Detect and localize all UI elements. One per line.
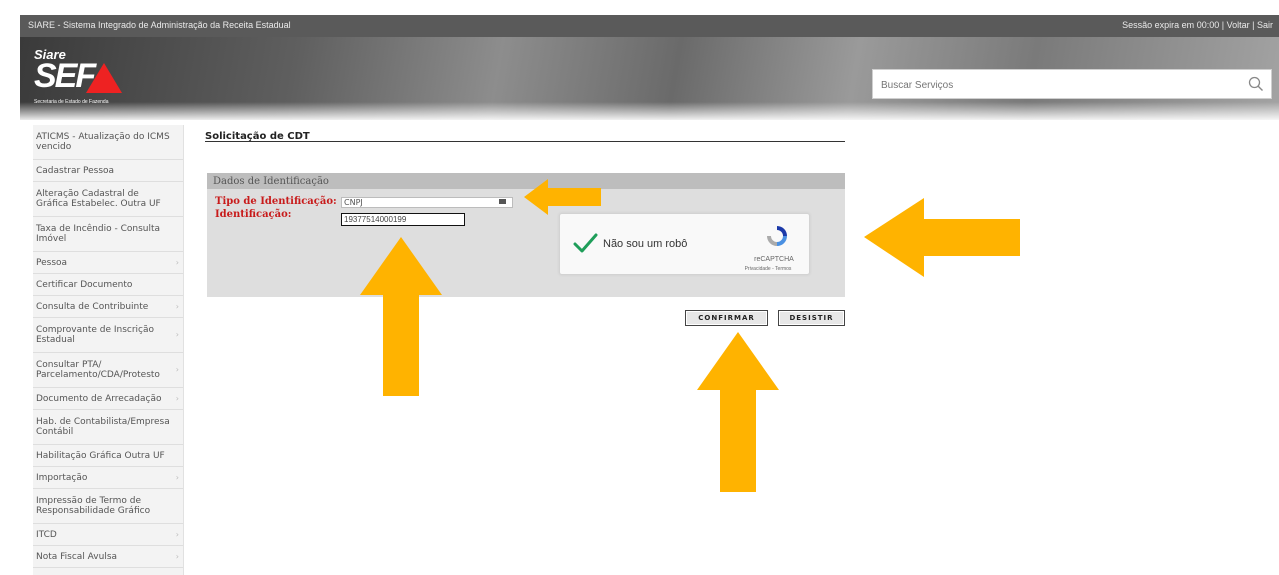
chevron-right-icon: › <box>175 393 179 403</box>
tipo-identificacao-select[interactable]: CNPJ <box>341 197 513 208</box>
sidebar-item-label: Certificar Documento <box>36 279 133 290</box>
back-link[interactable]: Voltar <box>1227 20 1250 30</box>
sidebar-item[interactable]: Comprovante de Inscrição Estadual › <box>33 318 183 353</box>
confirm-button[interactable]: CONFIRMAR <box>685 310 768 326</box>
chevron-right-icon: › <box>175 257 179 267</box>
title-underline <box>205 141 845 142</box>
chevron-right-icon: › <box>175 365 179 374</box>
search-input[interactable] <box>879 76 1223 94</box>
sidebar-item[interactable]: Alteração Cadastral de Gráfica Estabelec… <box>33 182 183 217</box>
dropdown-icon[interactable] <box>499 199 506 204</box>
sidebar-item-label: Alteração Cadastral de Gráfica Estabelec… <box>36 189 161 209</box>
search-box[interactable] <box>872 69 1272 99</box>
sidebar-item[interactable]: Importação › <box>33 467 183 489</box>
identificacao-input[interactable] <box>341 213 465 226</box>
sidebar-item[interactable]: Pessoa › <box>33 252 183 274</box>
tipo-identificacao-value: CNPJ <box>344 198 363 207</box>
sidebar-item[interactable]: Cadastrar Pessoa <box>33 160 183 182</box>
sidebar-item-label: Consultar PTA/ Parcelamento/CDA/Protesto <box>36 360 160 380</box>
siare-sef-logo[interactable]: Siare SEF Secretaria de Estado de Fazend… <box>34 47 144 109</box>
cancel-button[interactable]: DESISTIR <box>778 310 845 326</box>
sidebar-item[interactable]: Consultar PTA/ Parcelamento/CDA/Protesto… <box>33 353 183 388</box>
sidebar-item-label: Impressão de Termo de Responsabilidade G… <box>36 496 151 516</box>
sidebar-item-label: ITCD <box>36 529 57 540</box>
sidebar-item-label: Pessoa <box>36 257 68 268</box>
sidebar-item[interactable]: Hab. de Contabilista/Empresa Contábil <box>33 410 183 445</box>
sidebar-item-label: Consulta de Contribuinte <box>36 301 149 312</box>
chevron-right-icon: › <box>175 301 179 311</box>
session-time: 00:00 <box>1196 20 1220 30</box>
sidebar-item[interactable]: Documento de Arrecadação › <box>33 388 183 410</box>
search-icon[interactable] <box>1247 75 1265 93</box>
recaptcha-brand: reCAPTCHA <box>754 256 794 263</box>
identificacao-label: Identificação: <box>215 209 292 220</box>
system-strip: SIARE - Sistema Integrado de Administraç… <box>20 15 1279 37</box>
annotation-arrow-left <box>864 198 1020 277</box>
sidebar-item-label: Taxa de Incêndio - Consulta Imóvel <box>36 224 161 244</box>
annotation-arrow-up <box>697 332 779 492</box>
session-info: Sessão expira em 00:00 | Voltar | Sair <box>1122 20 1273 30</box>
separator: | <box>1221 20 1225 30</box>
sidebar-item-label: Cadastrar Pessoa <box>36 165 115 176</box>
sidebar-item[interactable]: ITCD › <box>33 524 183 546</box>
sidebar-item[interactable]: Certificar Documento <box>33 274 183 296</box>
logo-subtitle: Secretaria de Estado de Fazenda <box>34 99 109 105</box>
chevron-right-icon: › <box>175 330 179 339</box>
sidebar-item-label: ATICMS - Atualização do ICMS vencido <box>36 132 170 152</box>
banner-fade <box>20 102 1279 120</box>
separator: | <box>1252 20 1255 30</box>
sidebar-menu: ATICMS - Atualização do ICMS vencido Cada… <box>33 125 184 575</box>
system-title: SIARE - Sistema Integrado de Administraç… <box>28 20 291 30</box>
sidebar-item[interactable]: Habilitação Gráfica Outra UF <box>33 445 183 467</box>
checkmark-icon[interactable] <box>572 230 598 256</box>
logo-triangle-icon <box>86 63 122 93</box>
annotation-arrow-up <box>360 237 442 396</box>
exit-link[interactable]: Sair <box>1257 20 1273 30</box>
chevron-right-icon: › <box>175 472 179 482</box>
sidebar-item-label: Nota Fiscal Avulsa <box>36 551 118 562</box>
sidebar-item-label: Importação <box>36 472 88 483</box>
annotation-arrow-left <box>524 179 601 215</box>
chevron-right-icon: › <box>175 551 179 561</box>
chevron-right-icon: › <box>175 529 179 539</box>
sidebar-item[interactable]: Taxa de Incêndio - Consulta Imóvel <box>33 217 183 252</box>
sidebar-item-label: Habilitação Gráfica Outra UF <box>36 450 165 461</box>
recaptcha-links[interactable]: Privacidade - Termos <box>732 266 804 272</box>
sidebar-item[interactable]: Consulta de Contribuinte › <box>33 296 183 318</box>
sidebar-item-label: Comprovante de Inscrição Estadual <box>36 325 155 345</box>
sidebar-item[interactable]: ATICMS - Atualização do ICMS vencido <box>33 125 183 160</box>
sidebar-item-label: Hab. de Contabilista/Empresa Contábil <box>36 417 170 437</box>
session-label: Sessão expira em <box>1122 20 1195 30</box>
sidebar-item-label: Documento de Arrecadação <box>36 393 162 404</box>
recaptcha-logo-icon <box>767 226 787 246</box>
recaptcha-widget[interactable]: Não sou um robô reCAPTCHA Privacidade - … <box>559 213 810 275</box>
sidebar-item[interactable]: Nota Fiscal Avulsa › <box>33 546 183 568</box>
recaptcha-label: Não sou um robô <box>603 238 688 250</box>
tipo-identificacao-label: Tipo de Identificação: <box>215 196 337 207</box>
sidebar-item[interactable]: Impressão de Termo de Responsabilidade G… <box>33 489 183 524</box>
